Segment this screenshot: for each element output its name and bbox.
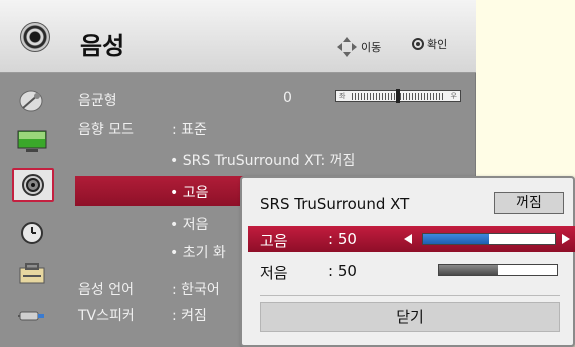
menu-header: 음성 이동 확인 <box>0 0 476 73</box>
treble-item[interactable]: • 고음 <box>170 182 208 202</box>
page-title: 음성 <box>80 32 125 60</box>
close-button[interactable]: 닫기 <box>260 302 560 332</box>
ok-button-icon <box>412 38 424 50</box>
balance-value: 0 <box>283 90 292 106</box>
audio-language-value: : 한국어 <box>172 282 220 298</box>
sidebar-item-lock[interactable] <box>14 258 50 290</box>
srs-toggle-button[interactable]: 꺼짐 <box>494 192 564 214</box>
speaker-icon <box>20 22 50 52</box>
sidebar-item-time[interactable] <box>14 217 50 249</box>
reset-item[interactable]: • 초기 화 <box>170 242 226 262</box>
bass-item[interactable]: • 저음 <box>170 214 208 234</box>
sidebar-item-channel[interactable] <box>14 85 50 117</box>
balance-knob[interactable] <box>396 89 400 103</box>
bass-label: 저음 <box>260 264 288 282</box>
lock-box-icon <box>19 263 45 284</box>
bass-value: : 50 <box>328 262 357 280</box>
ok-hint-label: 확인 <box>427 38 448 51</box>
ok-hint: 확인 <box>412 36 447 52</box>
treble-label: 고음 <box>260 232 288 250</box>
treble-slider-fill <box>423 234 489 244</box>
treble-slider[interactable] <box>422 233 556 245</box>
sidebar-item-sound[interactable] <box>12 168 54 202</box>
satellite-dish-icon <box>19 90 43 112</box>
input-plug-icon <box>18 311 44 321</box>
arrow-right-icon[interactable] <box>562 234 570 244</box>
balance-slider[interactable]: 좌 우 <box>335 89 461 103</box>
balance-left-label: 좌 <box>339 92 346 100</box>
sidebar-item-picture[interactable] <box>14 125 50 157</box>
display-screen-icon <box>17 130 47 152</box>
speaker-icon <box>22 174 44 196</box>
sidebar-item-input[interactable] <box>14 299 50 331</box>
clock-icon <box>21 222 43 244</box>
nav-hint-label: 이동 <box>361 41 382 54</box>
bass-slider-fill <box>439 265 498 275</box>
srs-item[interactable]: • SRS TruSurround XT: 꺼짐 <box>170 150 355 170</box>
tv-speaker-value: : 켜짐 <box>172 308 207 324</box>
audio-language-label[interactable]: 음성 언어 <box>78 279 134 299</box>
sound-mode-value: : 표준 <box>172 122 207 138</box>
bass-slider[interactable] <box>438 264 558 276</box>
treble-value: : 50 <box>328 230 357 248</box>
sound-mode-label[interactable]: 음향 모드 <box>78 119 134 139</box>
sound-detail-popup: SRS TruSurround XT 꺼짐 고음 : 50 저음 : 50 닫기 <box>240 176 575 347</box>
nav-hint: 이동 <box>336 36 381 58</box>
arrow-pad-icon <box>337 37 357 57</box>
tv-speaker-label[interactable]: TV스피커 <box>78 305 135 325</box>
arrow-left-icon[interactable] <box>404 234 412 244</box>
balance-label[interactable]: 음균형 <box>78 90 117 110</box>
popup-divider <box>260 295 560 296</box>
balance-right-label: 우 <box>450 92 457 100</box>
srs-label: SRS TruSurround XT <box>260 195 410 213</box>
